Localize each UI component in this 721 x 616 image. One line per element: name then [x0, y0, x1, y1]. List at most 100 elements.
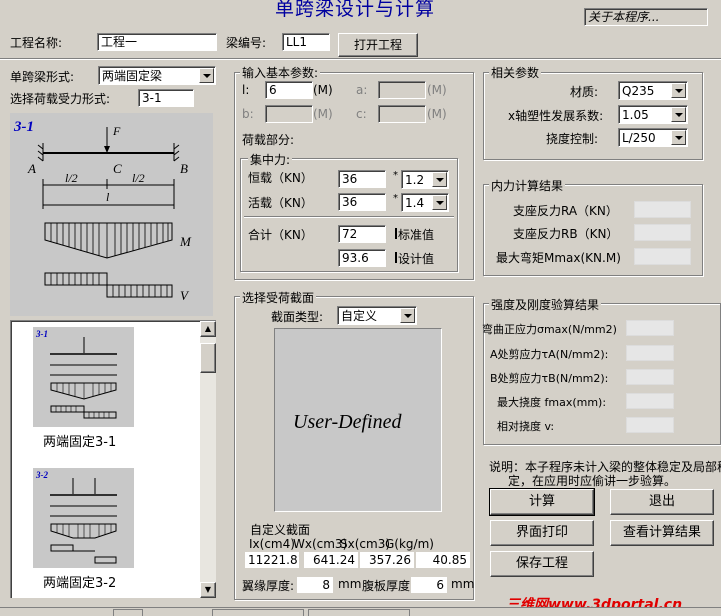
beam-form-value: 两端固定梁: [102, 69, 163, 83]
tau-b-value: [626, 369, 674, 385]
section-title: 选择受荷截面: [240, 289, 317, 306]
custom-section-title: 自定义截面: [250, 523, 311, 537]
internal-results-title: 内力计算结果: [489, 177, 566, 194]
list-item[interactable]: 3-2: [33, 468, 134, 568]
list-thumb-diagram: 3-1: [35, 329, 117, 419]
chevron-down-icon[interactable]: [671, 83, 686, 98]
chevron-down-icon[interactable]: [671, 107, 686, 122]
v-value: [626, 417, 674, 433]
total-std-field: 72: [338, 225, 386, 243]
window-title: 单跨梁设计与计算: [275, 0, 436, 20]
deflection-label: 挠度控制:: [546, 132, 599, 146]
flange-field[interactable]: 8: [296, 576, 334, 594]
load-form-field[interactable]: 3-1: [138, 89, 194, 107]
open-project-button[interactable]: 打开工程: [338, 33, 418, 57]
a-unit: (M): [427, 83, 447, 97]
dead-factor-select[interactable]: 1.2: [401, 170, 449, 189]
view-results-button[interactable]: 查看计算结果: [610, 520, 714, 546]
beam-no-field[interactable]: LL1: [282, 33, 330, 51]
load-diagram-panel: 3-1 F A C B l/2 l/2 l M V: [10, 113, 213, 316]
web-unit: mm: [451, 577, 475, 591]
chevron-down-icon[interactable]: [400, 308, 415, 323]
list-item-caption[interactable]: 两端固定3-2: [43, 572, 116, 591]
beam-form-select[interactable]: 两端固定梁: [98, 66, 216, 85]
total-design-marker: [395, 252, 397, 263]
web-field[interactable]: 6: [410, 576, 448, 594]
prop-value-sx: 357.26: [359, 551, 415, 569]
mmax-label: 最大弯矩Mmax(KN.M): [496, 251, 621, 265]
exit-button[interactable]: 退出: [610, 489, 714, 515]
conc-force-title: 集中力:: [248, 151, 293, 168]
live-factor-value: 1.4: [405, 196, 425, 210]
deflection-value: L/250: [622, 131, 656, 145]
ra-label: 支座反力RA（KN）: [513, 204, 618, 218]
live-times: *: [393, 193, 398, 204]
list-item-caption[interactable]: 两端固定3-1: [43, 431, 116, 450]
l-field[interactable]: 6: [265, 81, 313, 99]
fmax-value: [626, 393, 674, 409]
prop-header-g: G(kg/m): [385, 537, 434, 551]
c-label: c:: [356, 107, 367, 121]
prop-value-g: 40.85: [415, 551, 471, 569]
section-type-value: 自定义: [341, 309, 378, 323]
section-type-select[interactable]: 自定义: [337, 306, 417, 325]
save-project-button[interactable]: 保存工程: [490, 551, 594, 577]
scroll-thumb[interactable]: [200, 343, 216, 373]
flange-label: 翼缘厚度:: [242, 579, 295, 593]
total-design-field: 93.6: [338, 249, 386, 267]
diagram-M: M: [179, 234, 192, 249]
dead-load-label: 恒载（KN）: [248, 171, 313, 185]
chevron-down-icon[interactable]: [671, 130, 686, 145]
beam-no-label: 梁编号:: [226, 36, 267, 50]
prop-value-ix: 11221.81: [244, 551, 300, 569]
a-field[interactable]: [378, 81, 426, 99]
tau-b-label: B处剪应力τB(N/mm2):: [490, 372, 609, 385]
sigma-value: [626, 320, 674, 336]
tau-a-label: A处剪应力τA(N/mm2):: [490, 348, 609, 361]
diagram-l: l: [106, 190, 110, 204]
diagram-C: C: [113, 161, 122, 176]
scroll-up-button[interactable]: ▲: [200, 321, 216, 337]
gamma-label: x轴塑性发展系数:: [508, 109, 604, 123]
calculate-button[interactable]: 计算: [489, 488, 595, 516]
design-label: 设计值: [398, 252, 435, 266]
diagram-F: F: [112, 124, 121, 138]
deflection-select[interactable]: L/250: [618, 128, 688, 147]
diagram-l2-right: l/2: [132, 171, 145, 185]
project-name-label: 工程名称:: [10, 36, 63, 50]
gamma-select[interactable]: 1.05: [618, 105, 688, 124]
l-unit: (M): [313, 83, 333, 97]
mmax-value: [634, 248, 691, 265]
scroll-down-button[interactable]: ▼: [200, 582, 216, 598]
material-value: Q235: [622, 84, 655, 98]
prop-header-ix: Ix(cm4): [249, 537, 295, 551]
flange-unit: mm: [338, 577, 362, 591]
print-screen-button[interactable]: 界面打印: [490, 520, 594, 546]
chevron-down-icon[interactable]: [432, 172, 447, 187]
list-thumb-diagram: 3-2: [35, 470, 117, 564]
chevron-down-icon[interactable]: [432, 195, 447, 210]
dead-factor-value: 1.2: [405, 173, 425, 187]
header-separator: [0, 58, 721, 60]
load-form-list[interactable]: 3-1 两端固定3-1 3-2 两端固定3-2 ▲ ▼: [10, 320, 216, 598]
list-scrollbar[interactable]: ▲ ▼: [200, 321, 216, 598]
list-item[interactable]: 3-1: [33, 327, 134, 427]
material-select[interactable]: Q235: [618, 81, 688, 100]
dead-load-field[interactable]: 36: [338, 170, 386, 188]
web-label: 腹板厚度:: [362, 579, 415, 593]
chevron-down-icon[interactable]: [199, 68, 214, 83]
live-load-field[interactable]: 36: [338, 193, 386, 211]
live-factor-select[interactable]: 1.4: [401, 193, 449, 212]
about-button[interactable]: 关于本程序...: [584, 8, 708, 26]
tau-a-value: [626, 345, 674, 361]
section-type-label: 截面类型:: [271, 310, 324, 324]
project-name-field[interactable]: 工程一: [97, 33, 217, 51]
c-field[interactable]: [378, 105, 426, 123]
load-diagram: 3-1 F A C B l/2 l/2 l M V: [13, 119, 192, 303]
diagram-B: B: [180, 161, 188, 176]
diagram-l2-left: l/2: [65, 171, 78, 185]
b-field[interactable]: [265, 105, 313, 123]
rb-value: [634, 224, 691, 241]
diagram-A: A: [27, 161, 36, 176]
diagram-V: V: [180, 288, 190, 303]
